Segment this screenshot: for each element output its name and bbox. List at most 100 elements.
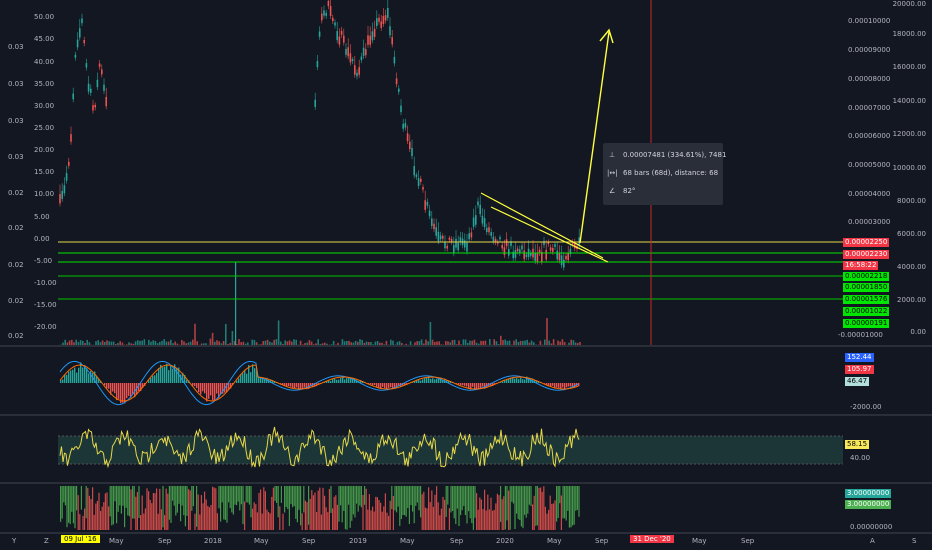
oscillator-bar [560, 495, 562, 530]
oscillator-bar [421, 494, 423, 530]
volume-bar [211, 332, 214, 345]
volume-scale-label: 10000.00 [892, 164, 926, 172]
macd-bar [214, 383, 216, 401]
oscillator-bar [72, 486, 74, 524]
macd-bar [556, 383, 558, 388]
time-label: 2018 [204, 537, 222, 545]
oscillator-bar [535, 486, 537, 526]
oscillator-bar [266, 509, 268, 530]
auto-scale-button[interactable]: A [870, 537, 875, 545]
oscillator-bar [423, 491, 425, 530]
oscillator-bar [455, 486, 457, 525]
volume-bar [546, 318, 548, 345]
oscillator-bar [159, 488, 161, 530]
oscillator-bar [114, 486, 116, 502]
oscillator-bar [495, 503, 497, 530]
oscillator-bar [252, 508, 254, 530]
inner-scale-label: 15.00 [34, 168, 55, 176]
macd-bar [258, 377, 260, 383]
oscillator-bar [376, 497, 378, 530]
macd-bar [462, 383, 464, 386]
oscillator-bar [173, 486, 175, 506]
oscillator-bar [98, 492, 100, 530]
oscillator-bar [276, 486, 278, 503]
histogram-tag: 46.47 [845, 377, 870, 386]
oscillator-bar [348, 486, 350, 505]
oscillator-bar [188, 489, 190, 530]
oscillator-bar [503, 496, 505, 530]
oscillator-bar [319, 487, 321, 530]
oscillator-bar [66, 486, 68, 528]
oscillator-bar [556, 486, 558, 522]
oscillator-bar [514, 486, 516, 530]
oscillator-bar [247, 486, 249, 503]
macd-bar [478, 383, 480, 389]
macd-bar [426, 378, 428, 383]
oscillator-pane[interactable] [58, 484, 843, 532]
oscillator-bar [80, 486, 82, 510]
volume-bar [277, 320, 280, 345]
oscillator-bar [117, 486, 119, 512]
oscillator-bar [432, 506, 434, 530]
rsi-pane[interactable] [58, 416, 843, 482]
candle-body [492, 236, 495, 242]
oscillator-bar [140, 515, 142, 530]
settings-button[interactable]: S [912, 537, 916, 545]
oscillator-bar [232, 486, 234, 515]
candle-body [87, 83, 90, 92]
price-range-icon: ⊥ [609, 151, 616, 159]
volume-bar [231, 331, 234, 345]
oscillator-bar [111, 486, 113, 526]
macd-bar [298, 383, 300, 389]
inner-scale-label: 5.00 [34, 213, 50, 221]
price-scale-label: 0.00007000 [848, 104, 891, 112]
oscillator-bar [224, 486, 226, 520]
candle-body [466, 242, 468, 252]
oscillator-bar [410, 486, 412, 506]
oscillator-bar [573, 486, 575, 525]
pane-separator [0, 532, 932, 534]
oscillator-bar [103, 502, 105, 530]
oscillator-bar [88, 495, 90, 530]
log-scale-button[interactable]: Y [12, 537, 16, 545]
oscillator-bar [471, 486, 473, 524]
target-arrow[interactable] [579, 31, 610, 244]
oscillator-bar [552, 503, 554, 530]
oscillator-bar [288, 486, 290, 526]
oscillator-bar [189, 490, 191, 530]
candle-body [345, 48, 347, 55]
macd-bar [422, 379, 424, 383]
oscillator-bar [100, 510, 102, 530]
inner-scale-label: -5.00 [34, 257, 53, 265]
oscillator-bar [120, 486, 122, 514]
macd-bar [254, 368, 256, 383]
oscillator-bar [541, 491, 543, 530]
candle-body [446, 245, 448, 249]
oscillator-bar [378, 499, 380, 530]
oscillator-bar [183, 486, 185, 516]
volume-scale-label: 14000.00 [892, 97, 926, 105]
oscillator-bar [344, 486, 346, 530]
price-chart[interactable] [58, 0, 843, 345]
candle-body [558, 252, 561, 261]
macd-pane[interactable] [58, 347, 843, 414]
oscillator-bar [565, 486, 567, 521]
candle-body [65, 173, 68, 181]
zoom-button[interactable]: Z [44, 537, 49, 545]
oscillator-bar [156, 488, 158, 530]
macd-bar [370, 383, 372, 385]
measure-bars: 68 bars (68d), distance: 68 [623, 169, 719, 177]
volume-scale-label: 12000.00 [892, 130, 926, 138]
oscillator-bar [399, 486, 401, 526]
oscillator-bar [474, 486, 476, 518]
inner-scale-label: 40.00 [34, 58, 55, 66]
candle-body [367, 35, 369, 45]
oscillator-bar [151, 503, 153, 530]
oscillator-bar [138, 486, 140, 519]
oscillator-bar [61, 486, 63, 519]
oscillator-bar [92, 487, 94, 530]
oscillator-bar [519, 486, 521, 521]
macd-bar [340, 378, 342, 383]
oscillator-bar [500, 486, 502, 522]
candle-body [61, 191, 63, 199]
